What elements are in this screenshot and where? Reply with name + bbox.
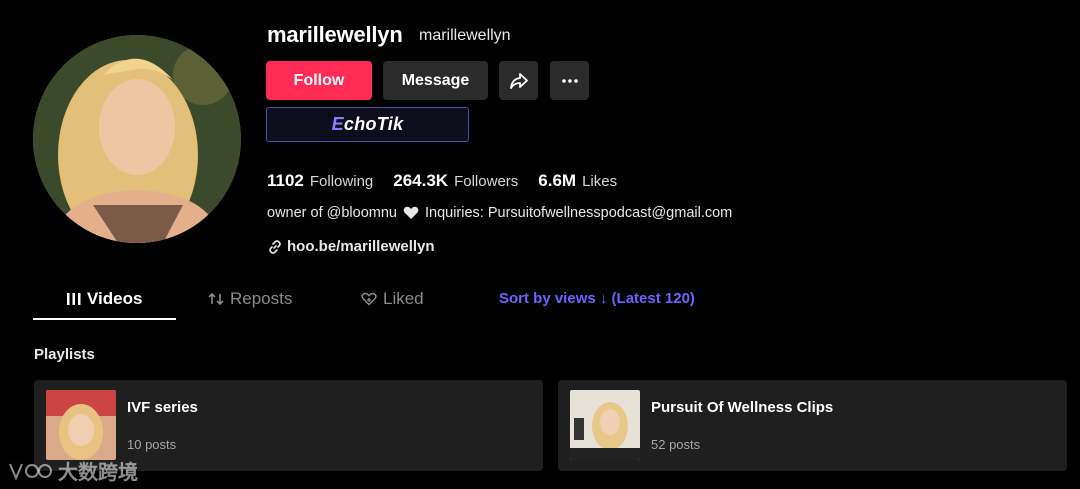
message-button[interactable]: Message — [383, 61, 488, 100]
echotik-logo-text: choTik — [343, 114, 404, 134]
profile-bio: owner of @bloomnu Inquiries: Pursuitofwe… — [267, 205, 732, 221]
playlist-post-count: 52 posts — [651, 437, 701, 452]
grid-icon — [67, 293, 81, 305]
bio-text-inquiries: Inquiries: Pursuitofwellnesspodcast@gmai… — [424, 205, 733, 221]
more-icon — [561, 78, 578, 83]
active-tab-indicator — [33, 318, 176, 320]
share-button[interactable] — [499, 61, 538, 100]
profile-avatar[interactable] — [33, 35, 241, 243]
followers-label[interactable]: Followers — [454, 173, 518, 190]
playlists-heading: Playlists — [34, 346, 95, 363]
share-icon — [509, 72, 528, 89]
playlist-title: IVF series — [127, 399, 198, 416]
avatar-image — [33, 35, 241, 243]
tab-videos[interactable]: Videos — [67, 289, 142, 309]
tab-reposts-label: Reposts — [230, 289, 293, 308]
playlist-post-count: 10 posts — [127, 437, 177, 452]
playlist-thumbnail — [46, 390, 116, 460]
liked-icon — [361, 292, 377, 306]
followers-count[interactable]: 264.3K — [393, 171, 448, 191]
echotik-logo-initial: E — [331, 114, 344, 134]
playlist-title: Pursuit Of Wellness Clips — [651, 399, 834, 416]
watermark-text: 大数跨境 — [58, 462, 138, 484]
likes-count: 6.6M — [538, 171, 577, 190]
echotik-badge[interactable]: EchoTik — [266, 107, 469, 142]
following-label[interactable]: Following — [310, 173, 373, 190]
tab-liked-label: Liked — [383, 289, 424, 308]
likes-label: Likes — [582, 173, 618, 190]
repost-icon — [208, 292, 224, 306]
tab-reposts[interactable]: Reposts — [208, 289, 292, 309]
profile-stats: 1102 Following 264.3K Followers 6.6M Lik… — [267, 171, 637, 191]
heart-icon — [403, 206, 419, 220]
following-count[interactable]: 1102 — [267, 171, 304, 191]
profile-nickname: marillewellyn — [419, 27, 511, 44]
playlist-card-pursuit-of-wellness[interactable]: Pursuit Of Wellness Clips 52 posts — [558, 380, 1067, 471]
profile-link[interactable]: hoo.be/marillewellyn — [268, 238, 435, 255]
profile-link-text[interactable]: hoo.be/marillewellyn — [287, 238, 435, 255]
watermark-logo-icon — [9, 463, 52, 480]
playlist-thumbnail — [570, 390, 640, 460]
tab-videos-label: Videos — [87, 289, 143, 308]
sort-by-views-link[interactable]: Sort by views ↓ (Latest 120) — [499, 290, 695, 307]
follow-button[interactable]: Follow — [266, 61, 372, 100]
more-options-button[interactable] — [550, 61, 589, 100]
bio-text-owner: owner of @bloomnu — [267, 205, 397, 221]
profile-username: marillewellyn — [267, 22, 403, 47]
watermark: 大数跨境 — [8, 456, 138, 485]
tab-liked[interactable]: Liked — [361, 289, 424, 309]
link-icon — [269, 239, 281, 254]
